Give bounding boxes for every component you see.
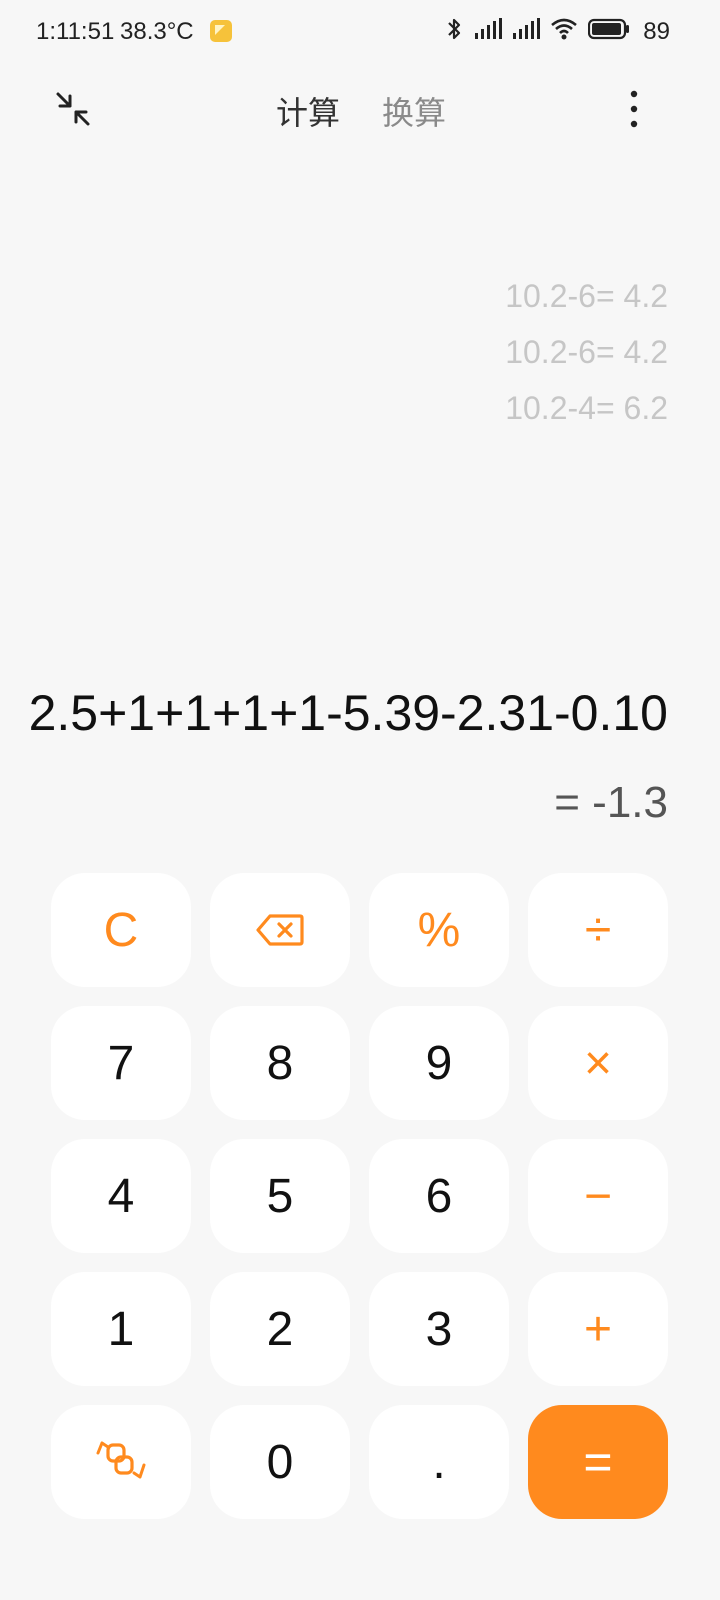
battery-icon — [588, 18, 629, 40]
clear-button[interactable]: C — [51, 873, 191, 987]
signal-icon — [513, 18, 540, 39]
digit-8-button[interactable]: 8 — [210, 1006, 350, 1120]
tab-calculate[interactable]: 计算 — [276, 88, 340, 134]
more-vertical-icon — [630, 90, 638, 128]
history-list: 10.2-6= 4.2 10.2-6= 4.2 10.2-4= 6.2 — [505, 268, 668, 436]
digit-6-button[interactable]: 6 — [369, 1139, 509, 1253]
status-temperature: 38.3°C — [120, 18, 194, 45]
digit-9-button[interactable]: 9 — [369, 1006, 509, 1120]
signal-icon — [475, 18, 502, 39]
plus-button[interactable]: + — [528, 1272, 668, 1386]
digit-4-button[interactable]: 4 — [51, 1139, 191, 1253]
backspace-icon — [256, 914, 304, 946]
minus-button[interactable]: − — [528, 1139, 668, 1253]
notification-icon — [210, 20, 232, 42]
status-bar: 1:11:51 38.3°C 89 — [0, 0, 720, 62]
status-icons — [444, 16, 630, 42]
keypad: C % ÷ 7 8 9 × 4 5 6 − 1 2 3 + 0 . = — [51, 873, 670, 1519]
digit-1-button[interactable]: 1 — [51, 1272, 191, 1386]
equals-button[interactable]: = — [528, 1405, 668, 1519]
digit-0-button[interactable]: 0 — [210, 1405, 350, 1519]
collapse-button[interactable] — [48, 84, 98, 134]
topbar: 计算 换算 — [0, 78, 720, 142]
history-item[interactable]: 10.2-6= 4.2 — [505, 324, 668, 380]
backspace-button[interactable] — [210, 873, 350, 987]
digit-2-button[interactable]: 2 — [210, 1272, 350, 1386]
bluetooth-icon — [448, 18, 461, 40]
expression-display: 2.5+1+1+1+1-5.39-2.31-0.10 — [28, 685, 668, 741]
digit-5-button[interactable]: 5 — [210, 1139, 350, 1253]
history-item[interactable]: 10.2-4= 6.2 — [505, 380, 668, 436]
battery-level: 89 — [643, 18, 670, 45]
result-display: = -1.3 — [554, 778, 668, 827]
multiply-button[interactable]: × — [528, 1006, 668, 1120]
collapse-icon — [56, 92, 90, 126]
more-options-button[interactable] — [620, 84, 670, 134]
status-time: 1:11:51 — [36, 18, 115, 45]
digit-3-button[interactable]: 3 — [369, 1272, 509, 1386]
history-item[interactable]: 10.2-6= 4.2 — [505, 268, 668, 324]
calculator-screen: 1:11:51 38.3°C 89 计算 换算 10.2-6= 4.2 10.2… — [0, 0, 720, 1600]
switch-mode-button[interactable] — [51, 1405, 191, 1519]
divide-button[interactable]: ÷ — [528, 873, 668, 987]
wifi-icon — [551, 18, 577, 40]
tab-convert[interactable]: 换算 — [382, 88, 446, 134]
decimal-point-button[interactable]: . — [369, 1405, 509, 1519]
switch-mode-icon — [96, 1441, 146, 1479]
digit-7-button[interactable]: 7 — [51, 1006, 191, 1120]
percent-button[interactable]: % — [369, 873, 509, 987]
